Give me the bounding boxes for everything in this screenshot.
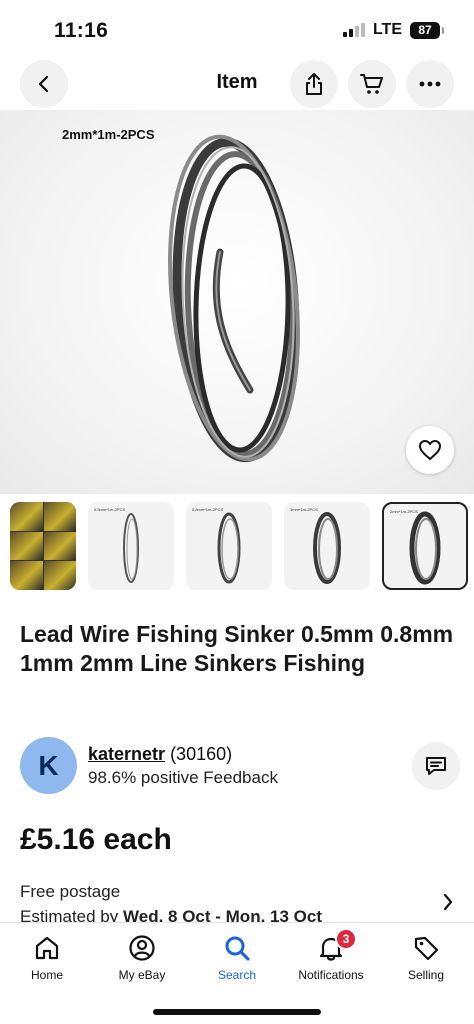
seller-info: katernetr (30160)	[88, 744, 232, 765]
tab-selling[interactable]: Selling	[379, 931, 473, 982]
tab-label: Notifications	[298, 968, 364, 982]
coil-thumbnail-image	[123, 513, 139, 583]
home-indicator[interactable]	[153, 1009, 321, 1015]
status-indicators: LTE 87	[342, 21, 444, 39]
page-title: Item	[216, 71, 258, 93]
avatar-initial: K	[38, 749, 59, 781]
listing-title: Lead Wire Fishing Sinker 0.5mm 0.8mm 1mm…	[20, 621, 454, 676]
contact-seller-button[interactable]	[412, 742, 460, 790]
lead-wire-coil-image	[168, 134, 300, 463]
tab-label: Selling	[407, 968, 445, 982]
chevron-right-icon	[443, 893, 453, 911]
image-caption: 2mm*1m-2PCS	[62, 127, 155, 142]
share-button[interactable]	[290, 60, 338, 108]
tab-home[interactable]: Home	[0, 931, 94, 982]
signal-icon	[342, 23, 365, 37]
nav-bar: Item	[0, 58, 474, 110]
heart-icon	[419, 440, 441, 460]
thumbnail-caption: 2mm*1m-2PCS	[390, 509, 418, 514]
cart-icon	[360, 74, 383, 94]
coil-thumbnail-image	[313, 512, 341, 584]
thumbnail-1[interactable]: 0.5mm*1m-2PCS	[88, 502, 174, 590]
more-button[interactable]	[406, 60, 454, 108]
thumbnail-0[interactable]	[10, 502, 76, 590]
tab-label: Home	[30, 968, 63, 982]
status-bar: 11:16 LTE 87	[0, 0, 474, 58]
coil-thumbnail-image	[217, 512, 241, 584]
thumbnail-3[interactable]: 1mm*1m-2PCS	[284, 502, 370, 590]
seller-rating-count: (30160)	[170, 744, 233, 764]
status-time: 11:16	[54, 19, 109, 42]
thumbnail-caption: 0.5mm*1m-2PCS	[94, 507, 126, 512]
tab-bar: Home My eBay Search 3 Notifications Sell…	[0, 922, 474, 1024]
shipping-row[interactable]: Free postage Estimated by Wed, 8 Oct - M…	[20, 882, 460, 927]
coil-thumbnail-image	[409, 511, 441, 585]
cart-button[interactable]	[348, 60, 396, 108]
product-image[interactable]: 2mm*1m-2PCS	[0, 110, 474, 494]
share-icon	[306, 73, 322, 95]
thumbnail-caption: 0.8mm*1m-2PCS	[192, 507, 224, 512]
home-icon	[35, 936, 59, 960]
tag-icon	[414, 936, 439, 961]
notification-badge: 3	[335, 928, 357, 950]
battery-icon: 87	[410, 21, 444, 39]
thumbnail-2[interactable]: 0.8mm*1m-2PCS	[186, 502, 272, 590]
seller-card: K katernetr (30160) 98.6% positive Feedb…	[20, 737, 460, 795]
tab-search[interactable]: Search	[190, 931, 284, 982]
thumbnail-4-selected[interactable]: 2mm*1m-2PCS	[382, 502, 468, 590]
seller-feedback: 98.6% positive Feedback	[88, 768, 278, 787]
thumbnail-caption: 1mm*1m-2PCS	[290, 507, 318, 512]
price: £5.16 each	[20, 823, 172, 856]
seller-name-link[interactable]: katernetr	[88, 744, 165, 764]
search-icon	[225, 936, 250, 961]
watch-button[interactable]	[406, 426, 454, 474]
message-icon	[426, 757, 446, 775]
tab-my-ebay[interactable]: My eBay	[95, 931, 189, 982]
thumbnail-strip: 0.5mm*1m-2PCS 0.8mm*1m-2PCS 1mm*1m-2PCS …	[10, 502, 468, 592]
shipping-cost: Free postage	[20, 882, 121, 901]
more-icon	[419, 81, 441, 87]
tab-notifications[interactable]: 3 Notifications	[284, 928, 378, 982]
network-label: LTE	[372, 21, 402, 38]
battery-level: 87	[418, 23, 432, 37]
user-icon	[129, 935, 155, 961]
tab-label: Search	[217, 968, 257, 982]
avatar[interactable]: K	[20, 737, 77, 794]
tab-label: My eBay	[118, 968, 166, 982]
